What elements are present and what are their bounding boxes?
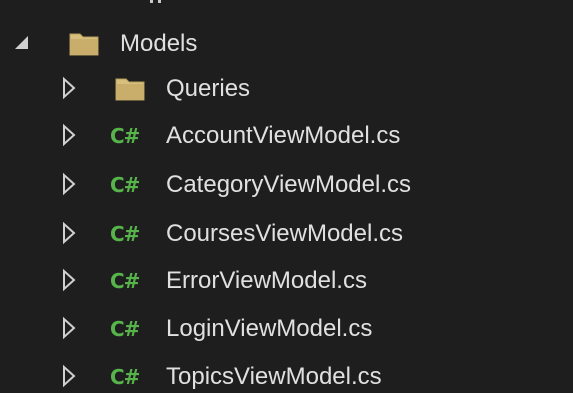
solution-explorer-tree: Models Queries C# AccountViewModel.cs C#… xyxy=(0,0,573,393)
csharp-file-icon: C# xyxy=(110,124,140,148)
tree-node-label: CoursesViewModel.cs xyxy=(166,220,403,247)
tree-node-label: Queries xyxy=(166,75,251,102)
folder-icon xyxy=(68,31,100,57)
csharp-file-icon: C# xyxy=(110,269,140,293)
collapsed-caret-icon[interactable] xyxy=(60,316,80,340)
tree-node-label: TopicsViewModel.cs xyxy=(166,363,382,390)
tree-node-models[interactable]: Models xyxy=(0,21,573,69)
clipped-row-above xyxy=(150,0,170,5)
tree-node-label: LoginViewModel.cs xyxy=(166,315,373,342)
tree-node-login-view-model[interactable]: C# LoginViewModel.cs xyxy=(0,306,573,354)
tree-node-topics-view-model[interactable]: C# TopicsViewModel.cs xyxy=(0,354,573,393)
csharp-file-icon: C# xyxy=(110,365,140,389)
csharp-file-icon: C# xyxy=(110,317,140,341)
collapsed-caret-icon[interactable] xyxy=(60,123,80,147)
collapsed-caret-icon[interactable] xyxy=(60,268,80,292)
collapsed-caret-icon[interactable] xyxy=(60,364,80,388)
tree-node-label: AccountViewModel.cs xyxy=(166,122,401,149)
collapsed-caret-icon[interactable] xyxy=(60,76,80,100)
tree-node-label: CategoryViewModel.cs xyxy=(166,171,412,198)
tree-node-category-view-model[interactable]: C# CategoryViewModel.cs xyxy=(0,162,573,210)
tree-node-account-view-model[interactable]: C# AccountViewModel.cs xyxy=(0,113,573,161)
tree-node-queries[interactable]: Queries xyxy=(0,66,573,114)
collapsed-caret-icon[interactable] xyxy=(60,221,80,245)
tree-node-courses-view-model[interactable]: C# CoursesViewModel.cs xyxy=(0,211,573,259)
tree-node-error-view-model[interactable]: C# ErrorViewModel.cs xyxy=(0,258,573,306)
csharp-file-icon: C# xyxy=(110,222,140,246)
csharp-file-icon: C# xyxy=(110,173,140,197)
tree-node-label: ErrorViewModel.cs xyxy=(166,267,367,294)
folder-icon xyxy=(114,76,146,102)
collapsed-caret-icon[interactable] xyxy=(60,172,80,196)
tree-node-label: Models xyxy=(120,30,198,57)
expanded-caret-icon[interactable] xyxy=(12,33,32,57)
